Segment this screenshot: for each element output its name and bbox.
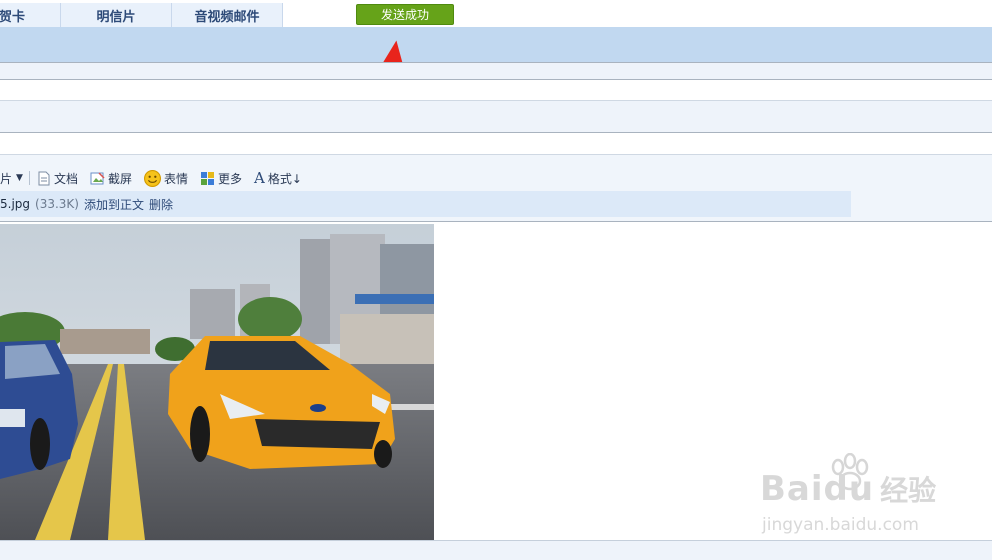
watermark-url: jingyan.baidu.com <box>762 515 919 535</box>
field-row[interactable] <box>0 133 992 154</box>
smiley-icon <box>143 169 161 187</box>
field-row <box>0 101 992 132</box>
toolbar-label: 文档 <box>53 171 78 186</box>
field-row[interactable] <box>0 80 992 100</box>
inserted-photo <box>0 224 434 540</box>
toolbar-label: 片 <box>0 171 13 186</box>
watermark-brand: 经验 <box>880 474 937 507</box>
attachment-size: (33.3K) <box>35 197 79 211</box>
attachment-filename: 5.jpg <box>0 197 31 211</box>
tab-postcard[interactable]: 明信片 <box>61 3 172 27</box>
attachment-bar: 5.jpg (33.3K) 添加到正文 删除 <box>0 191 851 217</box>
tab-av-mail[interactable]: 音视频邮件 <box>172 3 283 27</box>
format-a-icon: A <box>254 169 265 187</box>
send-success-badge: 发送成功 <box>356 4 454 25</box>
cars-photo-image <box>0 224 434 540</box>
toolbar-label: 表情 <box>163 171 188 186</box>
document-button[interactable]: 文档 <box>36 170 78 187</box>
chevron-down-icon[interactable]: ▼ <box>16 173 23 183</box>
status-text: 发送成功 <box>380 8 429 22</box>
baidu-jingyan-watermark: Baidu 经验 jingyan.baidu.com <box>760 453 990 545</box>
field-row <box>0 63 992 79</box>
tab-label: 明信片 <box>96 9 136 25</box>
highlight-band <box>0 27 992 63</box>
add-to-body-link[interactable]: 添加到正文 <box>84 196 144 213</box>
delete-attachment-link[interactable]: 删除 <box>149 196 173 213</box>
divider <box>0 221 992 222</box>
screenshot-button[interactable]: 截屏 <box>90 170 132 187</box>
screenshot-icon <box>90 171 105 184</box>
toolbar-label: 格式↓ <box>267 171 302 186</box>
tab-bar: 贺卡 明信片 音视频邮件 发送成功 <box>0 0 992 27</box>
watermark-logo-text: Baidu <box>760 469 875 509</box>
more-button[interactable]: 更多 <box>200 170 242 187</box>
toolbar-label: 更多 <box>217 171 242 186</box>
emoji-button[interactable]: 表情 <box>143 169 188 187</box>
tab-label: 音视频邮件 <box>194 9 260 25</box>
tab-label: 贺卡 <box>0 9 25 25</box>
more-grid-icon <box>200 171 214 185</box>
document-icon <box>38 171 50 185</box>
separator <box>28 171 30 185</box>
image-button[interactable]: 片 ▼ <box>0 170 30 187</box>
editor-toolbar: 片 ▼ 文档 截屏 表情 更多 A 格式↓ <box>0 164 600 192</box>
toolbar-label: 截屏 <box>107 171 132 186</box>
format-button[interactable]: A 格式↓ <box>254 169 302 187</box>
tab-greeting-card[interactable]: 贺卡 <box>0 3 61 27</box>
